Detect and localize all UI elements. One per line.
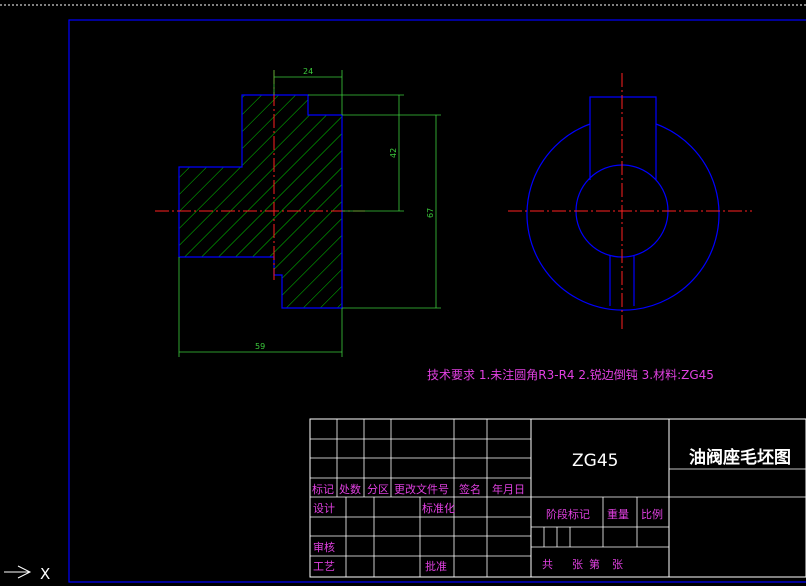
dim-67-value: 67 — [426, 208, 435, 218]
ucs-axis-icon: X — [4, 565, 50, 583]
end-view[interactable] — [508, 73, 752, 332]
tb-label-signature: 签名 — [459, 482, 481, 496]
tb-label-sheet-total: 共 — [542, 558, 553, 571]
technical-requirements-note[interactable]: 技术要求 1.未注圆角R3-R4 2.锐边倒钝 3.材料:ZG45 — [427, 367, 714, 382]
tb-label-approve: 批准 — [425, 559, 447, 573]
end-view-outer-arc — [526, 123, 720, 311]
end-view-top-slot — [589, 96, 657, 180]
tb-label-change-doc: 更改文件号 — [394, 482, 449, 496]
tb-label-mark: 标记 — [312, 482, 334, 496]
tb-label-review: 审核 — [313, 540, 335, 554]
tb-material[interactable]: ZG45 — [572, 451, 618, 471]
tb-label-zone: 分区 — [367, 483, 389, 496]
tb-label-date: 年月日 — [492, 482, 525, 496]
tb-drawing-title[interactable]: 油阀座毛坯图 — [689, 447, 791, 468]
tb-label-sheet-unit: 张 — [572, 558, 583, 571]
title-block-frame — [309, 418, 806, 578]
drawing-frame — [68, 19, 806, 583]
tb-label-sheet-unit2: 张 — [612, 558, 623, 571]
dim-59-value: 59 — [255, 342, 265, 351]
tb-label-scale: 比例 — [641, 507, 663, 521]
tb-label-weight: 重量 — [607, 507, 629, 521]
tb-label-standardization: 标准化 — [422, 501, 455, 515]
ucs-x-label: X — [40, 565, 50, 583]
tb-label-process: 工艺 — [313, 560, 335, 573]
dim-24-value: 24 — [303, 67, 313, 76]
section-hatch-fill — [179, 95, 342, 308]
tb-label-design: 设计 — [313, 502, 335, 515]
section-view[interactable] — [155, 70, 365, 309]
title-block[interactable]: 标记 处数 分区 更改文件号 签名 年月日 设计 标准化 审核 工艺 批准 ZG… — [309, 418, 806, 578]
cad-drawing-canvas[interactable]: 24 42 67 59 技术要求 1.未注圆角R3-R4 2.锐边倒钝 3.材料… — [0, 0, 806, 586]
tb-label-count: 处数 — [339, 483, 361, 496]
tb-label-sheet-no: 第 — [589, 557, 600, 571]
dim-42-value: 42 — [389, 148, 398, 158]
tb-label-stage-mark: 阶段标记 — [546, 507, 590, 521]
